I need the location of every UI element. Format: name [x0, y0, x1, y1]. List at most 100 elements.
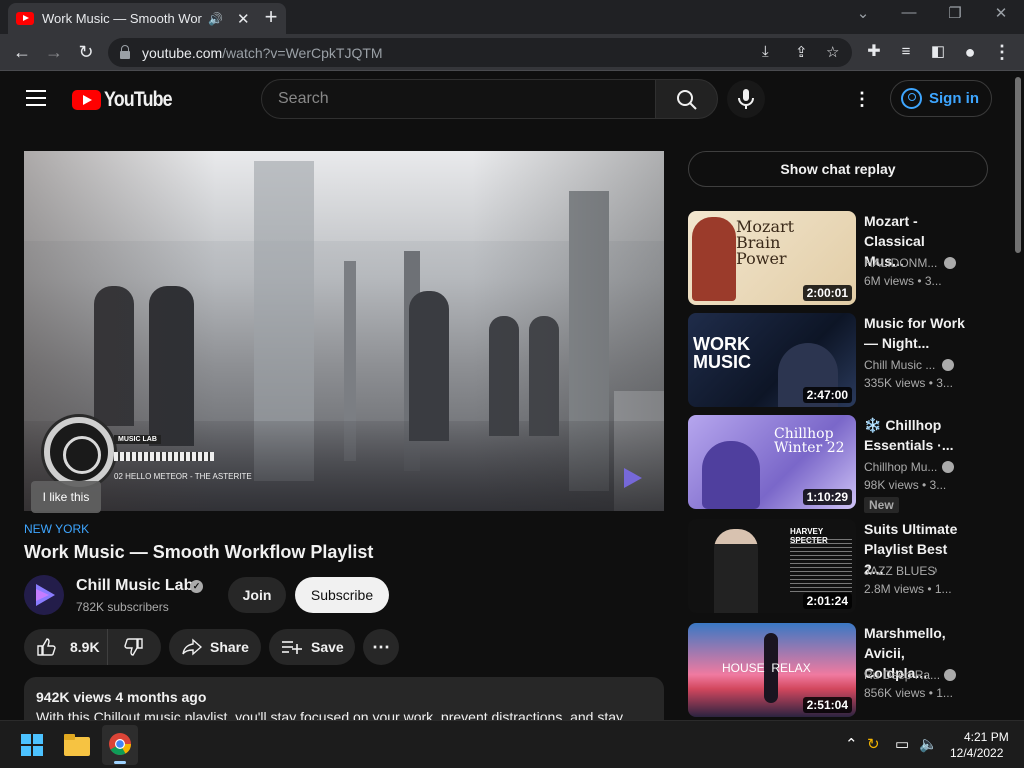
recommended-channel-name[interactable]: HALIDONM... — [864, 256, 937, 270]
address-bar[interactable]: youtube.com/watch?v=WerCpkTJQTM ⤓ ⇪ ☆ — [108, 38, 852, 67]
page-scrollbar[interactable] — [1012, 71, 1024, 720]
vinyl-disc-icon — [44, 417, 114, 487]
recommended-channel-name[interactable]: Chillhop Mu... — [864, 460, 937, 474]
scrollbar-thumb[interactable] — [1015, 77, 1021, 253]
subscriber-count: 782K subscribers — [76, 600, 169, 614]
tab-search-icon[interactable]: ⌄ — [851, 4, 875, 22]
lock-icon[interactable] — [120, 44, 130, 59]
tab-title: Work Music — Smooth Workflow Playlist — [42, 11, 202, 26]
profile-icon[interactable]: ● — [958, 40, 982, 64]
video-thumbnail[interactable]: Mozart Brain Power 2:00:01 — [688, 211, 856, 305]
speaker-icon[interactable]: 🔊 — [208, 12, 223, 26]
recommended-video[interactable]: Chillhop Winter 22 1:10:29 ❄️ Chillhop E… — [688, 415, 988, 513]
like-button[interactable]: 8.9K — [24, 629, 108, 665]
recommended-video-title: Music for Work — Night... — [864, 315, 965, 351]
browser-toolbar: ← → ↻ youtube.com/watch?v=WerCpkTJQTM ⤓ … — [0, 34, 1024, 71]
video-duration: 2:01:24 — [802, 593, 852, 609]
url-host: youtube.com — [142, 44, 223, 61]
file-explorer-icon[interactable] — [64, 734, 90, 756]
dislike-button[interactable] — [108, 629, 160, 665]
youtube-logo-text: YouTube — [104, 88, 173, 111]
recommended-channel-name[interactable]: Ru Deep Ra... — [864, 668, 940, 682]
video-thumbnail[interactable]: WORK MUSIC 2:47:00 — [688, 313, 856, 407]
sign-in-button[interactable]: Sign in — [890, 80, 992, 117]
video-duration: 1:10:29 — [802, 489, 852, 505]
media-control-icon[interactable]: ≡ — [894, 40, 918, 64]
person-in-suit — [714, 529, 758, 613]
recommended-channel-name[interactable]: JAZZ BLUES — [864, 564, 935, 578]
side-panel-icon[interactable]: ◧ — [926, 40, 950, 64]
recommended-video[interactable]: HOUSE RELAX 2:51:04 Marshmello, Avicii, … — [688, 623, 988, 717]
show-chat-replay-button[interactable]: Show chat replay — [688, 151, 988, 187]
thumbnail-caption: HOUSE RELAX — [722, 661, 811, 675]
video-duration: 2:47:00 — [802, 387, 852, 403]
like-count: 8.9K — [70, 639, 100, 655]
video-thumbnail[interactable]: HARVEY SPECTER 2:01:24 — [688, 519, 856, 613]
thumbs-down-icon — [124, 638, 143, 656]
thumbnail-caption: Mozart Brain Power — [736, 217, 795, 268]
youtube-logo[interactable]: YouTube — [72, 88, 184, 112]
back-arrow-icon[interactable]: ← — [10, 40, 34, 64]
share-label: Share — [210, 639, 249, 655]
track-label: 02 HELLO METEOR - THE ASTERITE — [114, 472, 252, 481]
channel-logo-icon — [24, 575, 64, 615]
extensions-puzzle-icon[interactable]: ✚ — [862, 40, 886, 64]
channel-watermark-icon[interactable] — [620, 466, 644, 490]
hamburger-menu-icon[interactable] — [26, 90, 46, 106]
playlist-add-icon — [282, 641, 302, 654]
more-actions-button[interactable]: ⋯ — [363, 629, 399, 665]
clock-date[interactable]: 12/4/2022 — [950, 746, 1003, 760]
windows-start-icon[interactable] — [21, 734, 43, 756]
subscribe-button[interactable]: Subscribe — [295, 577, 389, 613]
tab-close-icon[interactable]: ✕ — [237, 10, 250, 28]
install-app-icon[interactable]: ⤓ — [762, 43, 769, 60]
channel-name[interactable]: Chill Music Lab — [76, 577, 193, 595]
video-title: Work Music — Smooth Workflow Playlist — [24, 542, 374, 562]
recommended-video-views: 856K views • 1... — [864, 686, 953, 700]
share-button[interactable]: Share — [169, 629, 261, 665]
like-tooltip: I like this — [31, 481, 101, 513]
window-close-icon[interactable]: ✕ — [989, 4, 1013, 22]
volume-speaker-icon[interactable]: 🔈 — [919, 735, 938, 753]
hashtag-link[interactable]: NEW YORK — [24, 522, 89, 536]
reload-icon[interactable]: ↻ — [74, 40, 98, 64]
windows-taskbar: ⌃ ↻ ▭ 🔈 4:21 PM 12/4/2022 — [0, 720, 1024, 768]
thumbnail-caption: Chillhop Winter 22 — [774, 426, 845, 456]
settings-more-icon[interactable]: ⋮ — [852, 88, 872, 110]
join-button[interactable]: Join — [228, 577, 286, 613]
channel-avatar[interactable] — [24, 575, 64, 615]
show-hidden-icons-chevron-icon[interactable]: ⌃ — [845, 735, 858, 753]
recommended-video[interactable]: WORK MUSIC 2:47:00 Music for Work — Nigh… — [688, 313, 988, 407]
minimize-icon[interactable]: — — [897, 4, 921, 21]
recommended-video-title: ❄️ Chillhop Essentials ·... — [864, 417, 954, 453]
bookmark-star-icon[interactable]: ☆ — [826, 43, 839, 61]
video-thumbnail[interactable]: HOUSE RELAX 2:51:04 — [688, 623, 856, 717]
sync-update-icon[interactable]: ↻ — [867, 735, 880, 753]
music-lab-tag: MUSIC LAB — [114, 435, 161, 444]
recommended-video[interactable]: Mozart Brain Power 2:00:01 Mozart - Clas… — [688, 211, 988, 305]
recommended-channel-name[interactable]: Chill Music ... — [864, 358, 935, 372]
voice-search-button[interactable] — [727, 80, 765, 118]
clock-time[interactable]: 4:21 PM — [964, 730, 1009, 744]
view-count-date: 942K views 4 months ago — [36, 689, 207, 705]
share-page-icon[interactable]: ⇪ — [795, 43, 808, 61]
youtube-play-logo-icon — [72, 90, 101, 110]
video-thumbnail[interactable]: Chillhop Winter 22 1:10:29 — [688, 415, 856, 509]
thumbs-up-icon — [37, 638, 56, 656]
search-button[interactable] — [655, 79, 718, 119]
search-icon — [677, 90, 697, 110]
browser-tab[interactable]: Work Music — Smooth Workflow Playlist 🔊 … — [8, 3, 286, 34]
video-player[interactable]: MUSIC LAB 02 HELLO METEOR - THE ASTERITE — [24, 151, 664, 511]
save-button[interactable]: Save — [269, 629, 355, 665]
restore-icon[interactable]: ❐ — [943, 4, 967, 22]
search-input[interactable]: Search — [261, 79, 656, 119]
chrome-taskbar-button[interactable] — [102, 725, 138, 765]
save-label: Save — [311, 639, 344, 655]
forward-arrow-icon[interactable]: → — [42, 40, 66, 64]
microphone-icon — [738, 89, 754, 109]
chrome-menu-icon[interactable]: ⋮ — [990, 40, 1014, 64]
recommended-video[interactable]: HARVEY SPECTER 2:01:24 Suits Ultimate Pl… — [688, 519, 988, 613]
new-tab-button[interactable]: + — [259, 4, 283, 30]
network-monitor-icon[interactable]: ▭ — [895, 735, 909, 753]
recommended-video-views: 2.8M views • 1... — [864, 582, 952, 596]
